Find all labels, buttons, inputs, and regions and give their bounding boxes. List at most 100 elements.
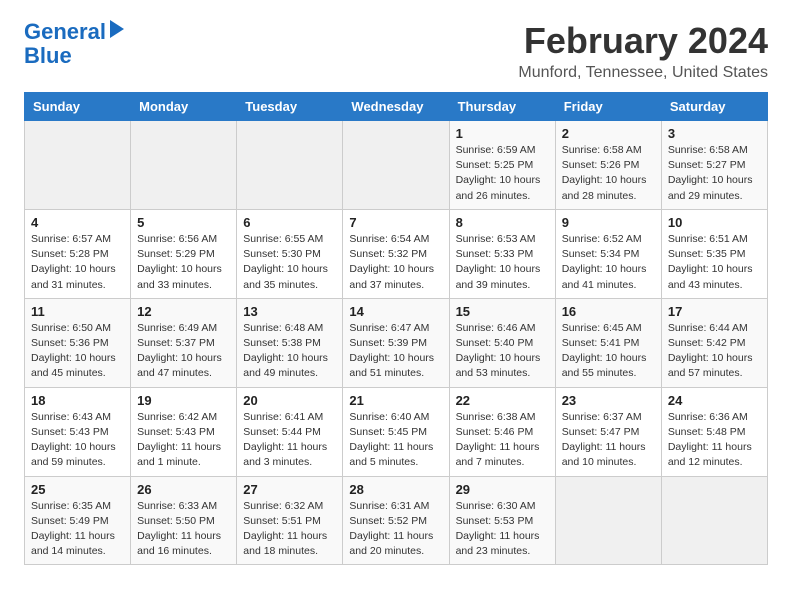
day-number: 14 <box>349 304 442 319</box>
day-number: 15 <box>456 304 549 319</box>
calendar-day-cell: 7 Sunrise: 6:54 AM Sunset: 5:32 PM Daylig… <box>343 209 449 298</box>
logo-blue-text: Blue <box>24 44 72 68</box>
calendar-day-cell: 13Sunrise: 6:48 AM Sunset: 5:38 PM Dayli… <box>237 298 343 387</box>
calendar-day-cell <box>131 121 237 210</box>
day-number: 26 <box>137 482 230 497</box>
calendar-day-cell <box>661 476 767 565</box>
day-number: 11 <box>31 304 124 319</box>
calendar-day-cell: 20Sunrise: 6:41 AM Sunset: 5:44 PM Dayli… <box>237 387 343 476</box>
day-info: Sunrise: 6:49 AM Sunset: 5:37 PM Dayligh… <box>137 321 230 382</box>
day-info: Sunrise: 6:50 AM Sunset: 5:36 PM Dayligh… <box>31 321 124 382</box>
calendar-day-cell: 23 Sunrise: 6:37 AM Sunset: 5:47 PM Dayli… <box>555 387 661 476</box>
calendar-week-row: 11 Sunrise: 6:50 AM Sunset: 5:36 PM Dayli… <box>25 298 768 387</box>
day-number: 22 <box>456 393 549 408</box>
calendar-subtitle: Munford, Tennessee, United States <box>518 64 768 82</box>
calendar-day-cell: 21Sunrise: 6:40 AM Sunset: 5:45 PM Dayli… <box>343 387 449 476</box>
calendar-day-cell: 6 Sunrise: 6:55 AM Sunset: 5:30 PM Daylig… <box>237 209 343 298</box>
weekday-header-cell: Wednesday <box>343 93 449 121</box>
calendar-day-cell: 16 Sunrise: 6:45 AM Sunset: 5:41 PM Dayli… <box>555 298 661 387</box>
day-info: Sunrise: 6:52 AM Sunset: 5:34 PM Dayligh… <box>562 232 655 293</box>
calendar-week-row: 25 Sunrise: 6:35 AM Sunset: 5:49 PM Dayli… <box>25 476 768 565</box>
calendar-day-cell <box>555 476 661 565</box>
calendar-day-cell: 25 Sunrise: 6:35 AM Sunset: 5:49 PM Dayli… <box>25 476 131 565</box>
calendar-day-cell: 28 Sunrise: 6:31 AM Sunset: 5:52 PM Dayli… <box>343 476 449 565</box>
day-info: Sunrise: 6:43 AM Sunset: 5:43 PM Dayligh… <box>31 410 124 471</box>
day-info: Sunrise: 6:46 AM Sunset: 5:40 PM Dayligh… <box>456 321 549 382</box>
day-number: 25 <box>31 482 124 497</box>
day-number: 1 <box>456 126 549 141</box>
calendar-day-cell: 15 Sunrise: 6:46 AM Sunset: 5:40 PM Dayli… <box>449 298 555 387</box>
calendar-day-cell: 12 Sunrise: 6:49 AM Sunset: 5:37 PM Dayli… <box>131 298 237 387</box>
calendar-week-row: 1 Sunrise: 6:59 AM Sunset: 5:25 PM Daylig… <box>25 121 768 210</box>
day-number: 23 <box>562 393 655 408</box>
day-number: 29 <box>456 482 549 497</box>
calendar-day-cell: 1 Sunrise: 6:59 AM Sunset: 5:25 PM Daylig… <box>449 121 555 210</box>
calendar-day-cell: 14 Sunrise: 6:47 AM Sunset: 5:39 PM Dayli… <box>343 298 449 387</box>
day-info: Sunrise: 6:55 AM Sunset: 5:30 PM Dayligh… <box>243 232 336 293</box>
calendar-day-cell: 27 Sunrise: 6:32 AM Sunset: 5:51 PM Dayli… <box>237 476 343 565</box>
calendar-day-cell: 9 Sunrise: 6:52 AM Sunset: 5:34 PM Daylig… <box>555 209 661 298</box>
day-info: Sunrise: 6:54 AM Sunset: 5:32 PM Dayligh… <box>349 232 442 293</box>
weekday-header-cell: Friday <box>555 93 661 121</box>
day-info: Sunrise: 6:53 AM Sunset: 5:33 PM Dayligh… <box>456 232 549 293</box>
day-info: Sunrise: 6:45 AM Sunset: 5:41 PM Dayligh… <box>562 321 655 382</box>
weekday-header-cell: Thursday <box>449 93 555 121</box>
day-info: Sunrise: 6:44 AM Sunset: 5:42 PM Dayligh… <box>668 321 761 382</box>
logo-text: General <box>24 20 106 44</box>
day-info: Sunrise: 6:47 AM Sunset: 5:39 PM Dayligh… <box>349 321 442 382</box>
calendar-day-cell: 26 Sunrise: 6:33 AM Sunset: 5:50 PM Dayli… <box>131 476 237 565</box>
day-number: 20 <box>243 393 336 408</box>
calendar-day-cell: 22 Sunrise: 6:38 AM Sunset: 5:46 PM Dayli… <box>449 387 555 476</box>
logo: General Blue <box>24 20 124 68</box>
day-info: Sunrise: 6:40 AM Sunset: 5:45 PM Dayligh… <box>349 410 442 471</box>
day-info: Sunrise: 6:57 AM Sunset: 5:28 PM Dayligh… <box>31 232 124 293</box>
day-info: Sunrise: 6:56 AM Sunset: 5:29 PM Dayligh… <box>137 232 230 293</box>
day-info: Sunrise: 6:59 AM Sunset: 5:25 PM Dayligh… <box>456 143 549 204</box>
day-info: Sunrise: 6:32 AM Sunset: 5:51 PM Dayligh… <box>243 499 336 560</box>
day-info: Sunrise: 6:36 AM Sunset: 5:48 PM Dayligh… <box>668 410 761 471</box>
weekday-header-cell: Sunday <box>25 93 131 121</box>
day-number: 12 <box>137 304 230 319</box>
calendar-day-cell <box>237 121 343 210</box>
day-number: 27 <box>243 482 336 497</box>
day-number: 6 <box>243 215 336 230</box>
calendar-day-cell: 8 Sunrise: 6:53 AM Sunset: 5:33 PM Daylig… <box>449 209 555 298</box>
day-number: 9 <box>562 215 655 230</box>
day-number: 4 <box>31 215 124 230</box>
day-info: Sunrise: 6:58 AM Sunset: 5:26 PM Dayligh… <box>562 143 655 204</box>
calendar-day-cell: 17 Sunrise: 6:44 AM Sunset: 5:42 PM Dayli… <box>661 298 767 387</box>
day-number: 16 <box>562 304 655 319</box>
calendar-day-cell: 2Sunrise: 6:58 AM Sunset: 5:26 PM Daylig… <box>555 121 661 210</box>
day-number: 24 <box>668 393 761 408</box>
day-number: 5 <box>137 215 230 230</box>
day-number: 28 <box>349 482 442 497</box>
calendar-title: February 2024 <box>518 20 768 62</box>
day-info: Sunrise: 6:38 AM Sunset: 5:46 PM Dayligh… <box>456 410 549 471</box>
day-info: Sunrise: 6:42 AM Sunset: 5:43 PM Dayligh… <box>137 410 230 471</box>
calendar-day-cell: 4 Sunrise: 6:57 AM Sunset: 5:28 PM Daylig… <box>25 209 131 298</box>
calendar-day-cell: 18Sunrise: 6:43 AM Sunset: 5:43 PM Dayli… <box>25 387 131 476</box>
weekday-header-row: SundayMondayTuesdayWednesdayThursdayFrid… <box>25 93 768 121</box>
calendar-day-cell: 10Sunrise: 6:51 AM Sunset: 5:35 PM Dayli… <box>661 209 767 298</box>
day-number: 19 <box>137 393 230 408</box>
logo-arrow-icon <box>110 20 124 38</box>
day-number: 10 <box>668 215 761 230</box>
day-number: 8 <box>456 215 549 230</box>
calendar-week-row: 4 Sunrise: 6:57 AM Sunset: 5:28 PM Daylig… <box>25 209 768 298</box>
weekday-header-cell: Tuesday <box>237 93 343 121</box>
day-info: Sunrise: 6:31 AM Sunset: 5:52 PM Dayligh… <box>349 499 442 560</box>
calendar-day-cell <box>343 121 449 210</box>
day-info: Sunrise: 6:30 AM Sunset: 5:53 PM Dayligh… <box>456 499 549 560</box>
day-number: 17 <box>668 304 761 319</box>
day-info: Sunrise: 6:58 AM Sunset: 5:27 PM Dayligh… <box>668 143 761 204</box>
calendar-table: SundayMondayTuesdayWednesdayThursdayFrid… <box>24 92 768 565</box>
day-info: Sunrise: 6:37 AM Sunset: 5:47 PM Dayligh… <box>562 410 655 471</box>
day-info: Sunrise: 6:35 AM Sunset: 5:49 PM Dayligh… <box>31 499 124 560</box>
weekday-header-cell: Monday <box>131 93 237 121</box>
day-info: Sunrise: 6:33 AM Sunset: 5:50 PM Dayligh… <box>137 499 230 560</box>
day-number: 3 <box>668 126 761 141</box>
title-section: February 2024 Munford, Tennessee, United… <box>518 20 768 82</box>
day-number: 7 <box>349 215 442 230</box>
calendar-day-cell: 19 Sunrise: 6:42 AM Sunset: 5:43 PM Dayli… <box>131 387 237 476</box>
calendar-day-cell: 11 Sunrise: 6:50 AM Sunset: 5:36 PM Dayli… <box>25 298 131 387</box>
